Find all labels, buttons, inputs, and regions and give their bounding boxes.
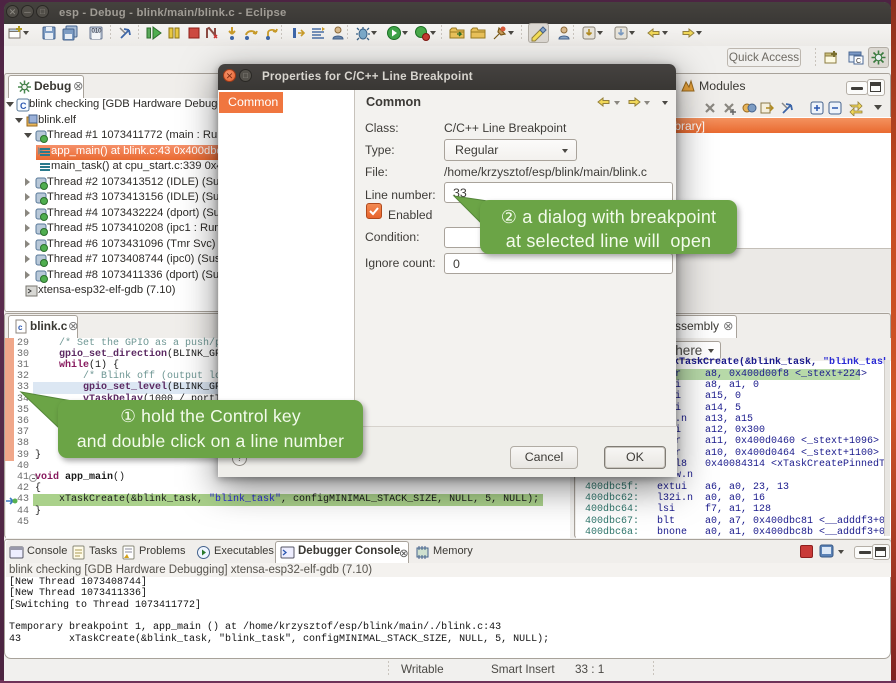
svg-text:c: c	[18, 323, 23, 332]
svg-text:C: C	[20, 101, 27, 111]
svg-text:010: 010	[92, 29, 103, 35]
svg-text:C: C	[856, 58, 861, 65]
